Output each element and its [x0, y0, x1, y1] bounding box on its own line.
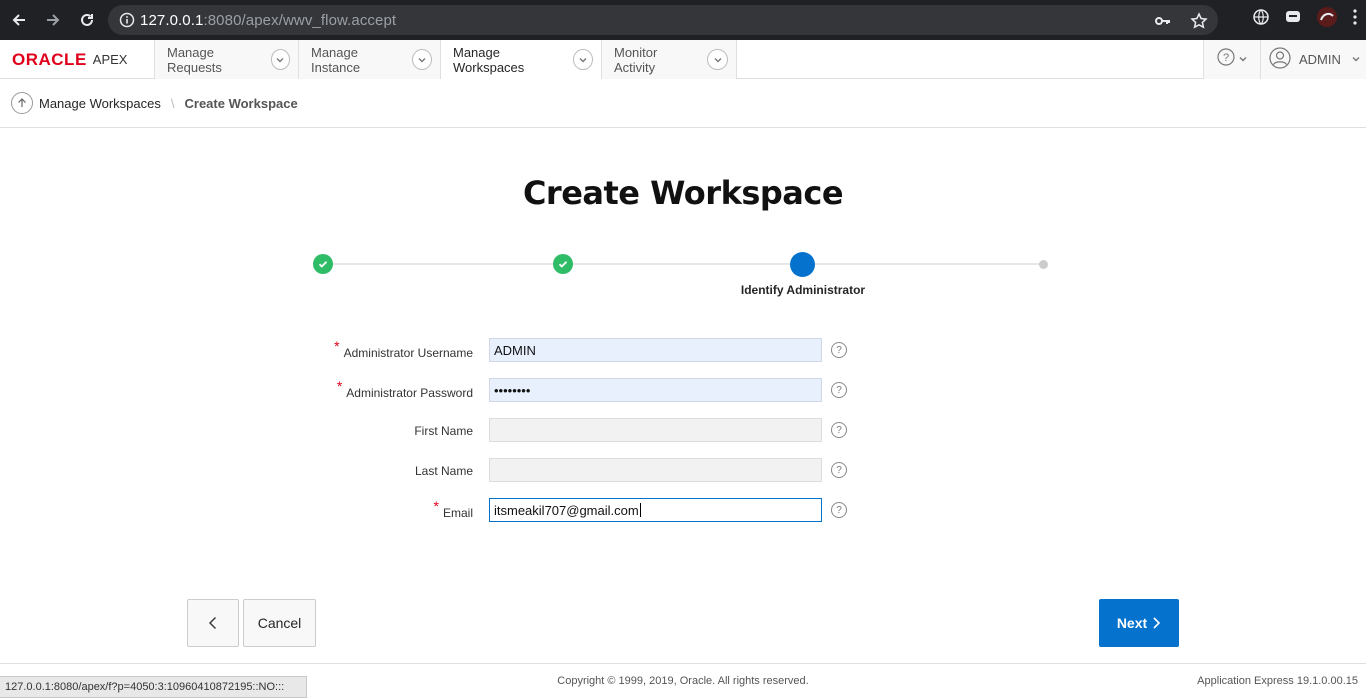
user-avatar-icon: [1269, 47, 1291, 72]
apex-navbar: ORACLE APEX Manage Requests Manage Insta…: [0, 40, 1366, 79]
tab-manage-instance[interactable]: Manage Instance: [299, 40, 441, 79]
user-name: ADMIN: [1299, 52, 1341, 67]
extension-chat-icon[interactable]: [1284, 8, 1302, 31]
reload-icon[interactable]: [72, 5, 102, 35]
wizard-step-1-complete: [313, 254, 333, 274]
profile-avatar-icon[interactable]: [1316, 6, 1338, 33]
help-icon[interactable]: ?: [831, 502, 847, 518]
key-icon[interactable]: [1154, 12, 1172, 35]
wizard-step-2-complete: [553, 254, 573, 274]
tab-label: Manage Workspaces: [453, 44, 525, 75]
username-label: * Administrator Username: [334, 338, 473, 360]
menu-dots-icon[interactable]: [1352, 8, 1358, 31]
tab-manage-requests[interactable]: Manage Requests: [155, 40, 299, 79]
apex-wordmark: APEX: [92, 52, 128, 67]
last-name-label: Last Name: [414, 464, 473, 478]
wizard-step-4-pending: [1039, 260, 1048, 269]
url-text: 127.0.0.1:8080/apex/wwv_flow.accept: [140, 11, 397, 29]
next-button[interactable]: Next: [1099, 599, 1179, 647]
required-marker: *: [336, 378, 343, 394]
address-bar[interactable]: 127.0.0.1:8080/apex/wwv_flow.accept: [108, 5, 1218, 35]
tab-manage-workspaces[interactable]: Manage Workspaces: [441, 40, 602, 79]
globe-icon[interactable]: [1252, 8, 1270, 31]
svg-text:?: ?: [1222, 52, 1228, 64]
chevron-down-icon: [1351, 52, 1361, 67]
check-icon: [318, 261, 328, 268]
oracle-wordmark: ORACLE: [12, 49, 87, 69]
page-title: Create Workspace: [522, 174, 844, 212]
tab-label: Manage Requests: [167, 44, 222, 75]
help-menu-button[interactable]: ?: [1203, 40, 1260, 79]
form-row-last-name: Last Name ?: [0, 458, 1366, 482]
tab-label: Manage Instance: [311, 44, 361, 75]
form-row-password: * Administrator Password •••••••• ?: [0, 378, 1366, 402]
help-icon[interactable]: ?: [831, 382, 847, 398]
link-status-bar: 127.0.0.1:8080/apex/f?p=4050:3:109604108…: [0, 676, 307, 698]
first-name-field[interactable]: [489, 418, 822, 442]
breadcrumb-separator: \: [170, 95, 175, 111]
cancel-button[interactable]: Cancel: [243, 599, 316, 647]
email-label: * Email: [433, 498, 473, 520]
back-arrow-icon[interactable]: [4, 5, 34, 35]
breadcrumb-current: Create Workspace: [184, 95, 298, 111]
bookmark-star-icon[interactable]: [1190, 12, 1208, 35]
browser-toolbar: 127.0.0.1:8080/apex/wwv_flow.accept: [0, 0, 1366, 40]
last-name-field[interactable]: [489, 458, 822, 482]
check-icon: [558, 261, 568, 268]
help-icon[interactable]: ?: [831, 342, 847, 358]
wizard-step-3-current: [790, 252, 815, 277]
chevron-down-icon[interactable]: [270, 49, 290, 70]
forward-arrow-icon[interactable]: [38, 5, 68, 35]
breadcrumb: Manage Workspaces \ Create Workspace: [0, 79, 1366, 128]
previous-button[interactable]: [187, 599, 239, 647]
user-menu-button[interactable]: ADMIN: [1260, 40, 1366, 79]
help-icon[interactable]: ?: [831, 422, 847, 438]
oracle-apex-logo[interactable]: ORACLE APEX: [0, 40, 155, 79]
arrow-up-icon[interactable]: [11, 92, 33, 114]
required-marker: *: [334, 338, 340, 354]
chevron-down-icon[interactable]: [412, 49, 432, 70]
first-name-label: First Name: [414, 424, 473, 438]
site-info-icon[interactable]: [114, 12, 140, 28]
breadcrumb-manage-workspaces[interactable]: Manage Workspaces: [39, 96, 161, 111]
version-text: Application Express 19.1.0.00.15: [1197, 675, 1358, 687]
form-row-first-name: First Name ?: [0, 418, 1366, 442]
admin-password-field[interactable]: ••••••••: [489, 378, 822, 402]
password-label: * Administrator Password: [336, 378, 473, 400]
required-marker: *: [433, 498, 439, 514]
admin-username-field[interactable]: ADMIN: [489, 338, 822, 362]
wizard-progress-track: [322, 263, 1043, 265]
help-circle-icon: ?: [1216, 48, 1235, 71]
chevron-down-icon: [1238, 51, 1248, 69]
email-field[interactable]: itsmeakil707@gmail.com: [489, 498, 822, 522]
wizard-step-label: Identify Administrator: [740, 283, 866, 297]
text-caret: [639, 503, 641, 517]
form-row-username: * Administrator Username ADMIN ?: [0, 338, 1366, 362]
form-row-email: * Email itsmeakil707@gmail.com ?: [0, 498, 1366, 522]
tab-monitor-activity[interactable]: Monitor Activity: [602, 40, 737, 79]
chevron-down-icon[interactable]: [707, 49, 728, 70]
chevron-left-icon: [209, 617, 216, 629]
help-icon[interactable]: ?: [831, 462, 847, 478]
tab-label: Monitor Activity: [614, 44, 658, 75]
next-button-label: Next: [1116, 615, 1148, 631]
chevron-down-icon[interactable]: [573, 49, 593, 70]
chevron-right-icon: [1153, 617, 1161, 629]
